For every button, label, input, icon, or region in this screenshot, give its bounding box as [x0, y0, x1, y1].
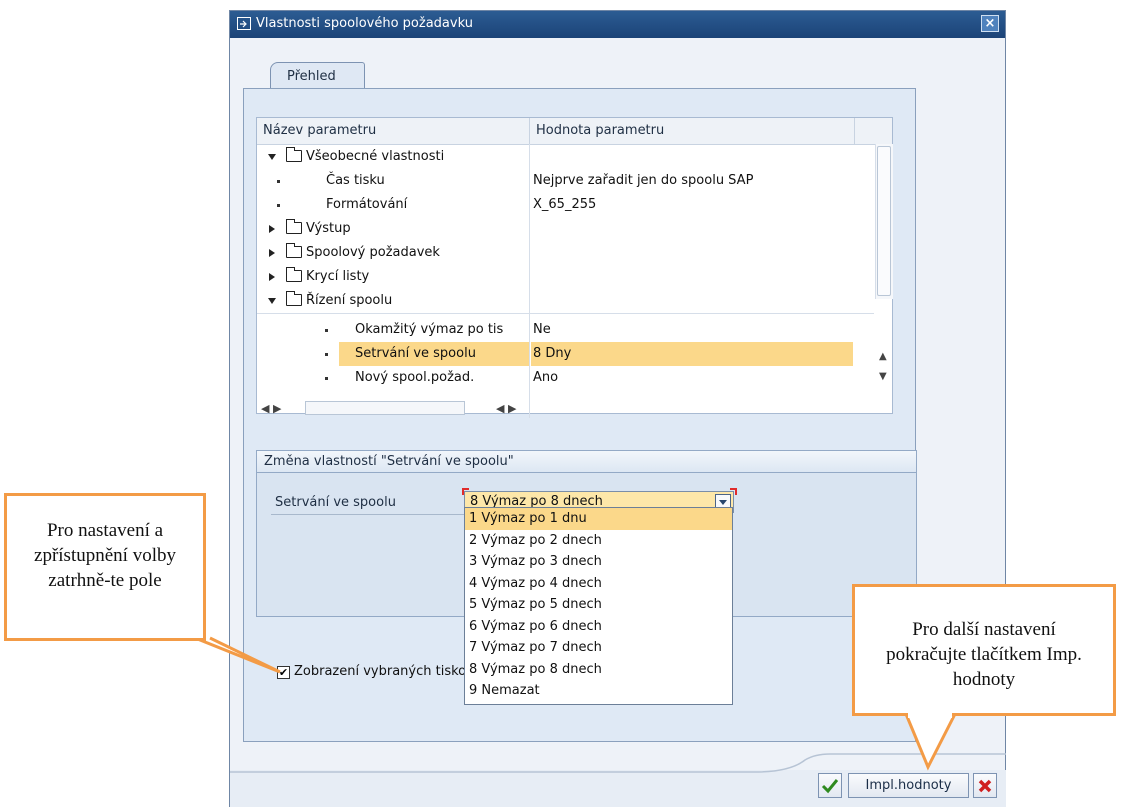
- callout-right: Pro další nastavení pokračujte tlačítkem…: [852, 584, 1116, 716]
- dropdown-option[interactable]: 1 Výmaz po 1 dnu: [465, 508, 732, 530]
- dropdown-option[interactable]: 2 Výmaz po 2 dnech: [465, 530, 732, 552]
- dropdown-option[interactable]: 4 Výmaz po 4 dnech: [465, 573, 732, 595]
- dropdown-option[interactable]: 7 Výmaz po 7 dnech: [465, 637, 732, 659]
- retention-dropdown-list[interactable]: 1 Výmaz po 1 dnu 2 Výmaz po 2 dnech 3 Vý…: [464, 507, 733, 705]
- dropdown-option[interactable]: 9 Nemazat: [465, 680, 732, 702]
- dropdown-option[interactable]: 3 Výmaz po 3 dnech: [465, 551, 732, 573]
- callout-left: Pro nastavení a zpřístupnění volby zatrh…: [4, 493, 206, 641]
- dropdown-option[interactable]: 6 Výmaz po 6 dnech: [465, 616, 732, 638]
- dropdown-option[interactable]: 5 Výmaz po 5 dnech: [465, 594, 732, 616]
- dropdown-option[interactable]: 8 Výmaz po 8 dnech: [465, 659, 732, 681]
- callout-join: [908, 710, 952, 718]
